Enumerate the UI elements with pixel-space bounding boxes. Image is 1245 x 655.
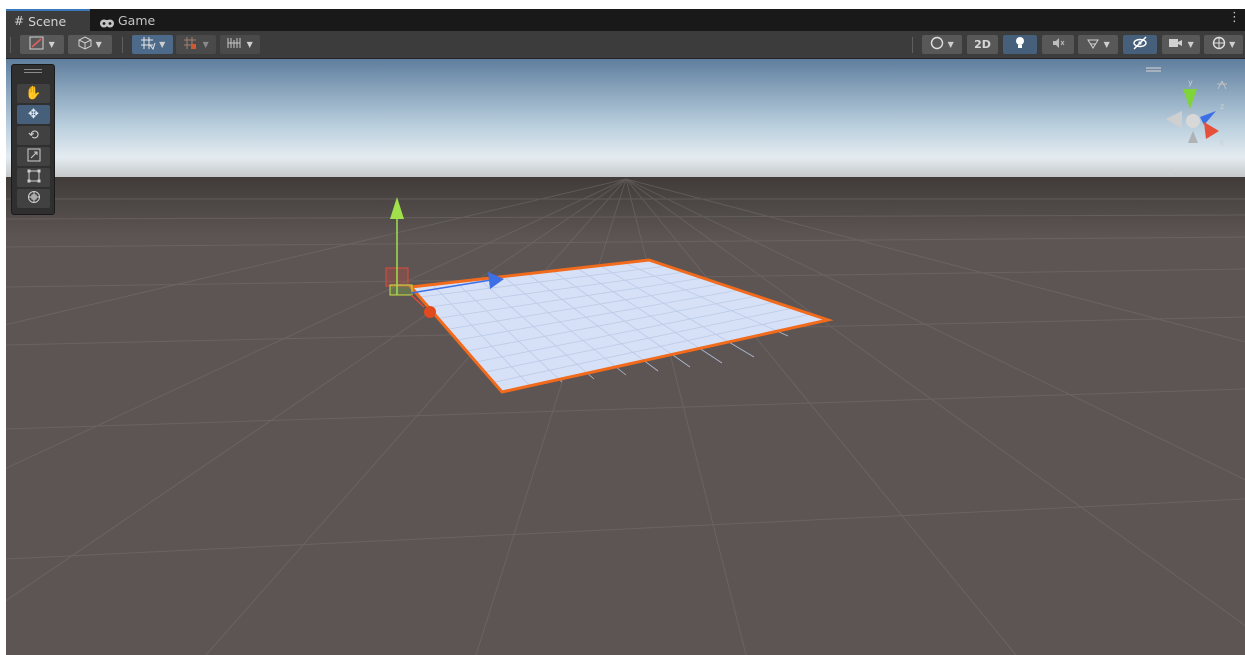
render-mode-dropdown[interactable]: ▼ — [68, 35, 112, 54]
tab-scene-label: Scene — [28, 13, 67, 29]
more-options-icon[interactable]: ⋮ — [1228, 10, 1241, 25]
chevron-down-icon: ▼ — [246, 40, 253, 49]
gizmos-dropdown[interactable]: ▼ — [1204, 35, 1243, 54]
cube-icon — [78, 36, 92, 53]
rect-icon — [27, 169, 41, 187]
gizmo-y-label: y — [1188, 78, 1193, 87]
gamepad-icon — [100, 16, 114, 27]
tab-scene[interactable]: # Scene — [6, 9, 90, 31]
scene-toolbar: ▼ ▼ ▼ ▼ ▼ ▼ 2D ▼ ▼ ▼ — [6, 31, 1245, 59]
gizmo-center[interactable] — [1186, 114, 1200, 128]
grid-snap-icon — [140, 36, 156, 53]
chevron-down-icon: ▼ — [95, 40, 102, 49]
tab-bar: # Scene Game ⋮ — [6, 9, 1245, 31]
hand-icon: ✋ — [25, 86, 42, 101]
tab-game[interactable]: Game — [92, 9, 162, 31]
hand-tool-button[interactable]: ✋ — [17, 84, 50, 103]
audio-mute-icon — [1051, 36, 1065, 53]
move-icon: ✥ — [28, 107, 39, 122]
horizon-fade — [6, 177, 1245, 237]
hidden-eye-icon — [1132, 36, 1148, 53]
scene-visibility-button[interactable] — [1123, 35, 1157, 54]
chevron-down-icon: ▼ — [159, 40, 166, 49]
rotate-icon: ⟲ — [28, 128, 39, 143]
ground — [6, 177, 1245, 655]
transform-icon — [27, 190, 41, 208]
ruler-icon — [227, 36, 243, 53]
rotate-tool-button[interactable]: ⟲ — [17, 126, 50, 145]
scene-canvas[interactable]: y z x — [6, 59, 1245, 655]
tools-overlay: ✋ ✥ ⟲ — [11, 64, 55, 215]
chevron-down-icon: ▼ — [48, 40, 55, 49]
shading-sphere-icon — [930, 36, 944, 53]
effects-dropdown[interactable]: ▼ — [1078, 35, 1118, 54]
draw-mode-icon — [29, 36, 45, 53]
xz-plane-handle[interactable] — [389, 284, 413, 296]
x-axis-arrow[interactable] — [424, 306, 436, 318]
2d-toggle-button[interactable]: 2D — [967, 35, 998, 54]
light-bulb-icon — [1014, 36, 1026, 53]
overlay-grip[interactable] — [24, 69, 42, 70]
chevron-down-icon: ▼ — [947, 40, 954, 49]
effects-icon — [1086, 36, 1100, 53]
move-tool-button[interactable]: ✥ — [17, 105, 50, 124]
toolbar-separator — [912, 37, 913, 53]
scene-window: # Scene Game ⋮ ▼ ▼ ▼ ▼ ▼ ▼ 2D ▼ ▼ ▼ y z … — [6, 9, 1245, 655]
increment-snap-dropdown[interactable]: ▼ — [176, 35, 216, 54]
gizmo-z-label: z — [1220, 102, 1224, 111]
tab-game-label: Game — [118, 12, 156, 28]
grid-snapping-dropdown[interactable]: ▼ — [132, 35, 173, 54]
scene-viewport[interactable]: y z x — [6, 59, 1245, 655]
chevron-down-icon: ▼ — [1187, 40, 1194, 49]
grid-icon: # — [14, 14, 25, 28]
chevron-down-icon: ▼ — [1103, 40, 1110, 49]
toolbar-separator — [122, 37, 123, 53]
increment-snap-icon — [183, 36, 199, 53]
transform-tool-button[interactable] — [17, 189, 50, 208]
toolbar-grip — [10, 37, 11, 53]
draw-mode-dropdown[interactable]: ▼ — [20, 35, 64, 54]
scale-tool-button[interactable] — [17, 147, 50, 166]
skybox — [6, 59, 1245, 179]
scale-icon — [27, 148, 41, 166]
camera-icon — [1168, 37, 1184, 52]
chevron-down-icon: ▼ — [202, 40, 209, 49]
gizmo-x-label: x — [1219, 138, 1224, 147]
camera-dropdown[interactable]: ▼ — [1162, 35, 1200, 54]
rect-tool-button[interactable] — [17, 168, 50, 187]
chevron-down-icon: ▼ — [1229, 40, 1236, 49]
2d-label: 2D — [974, 38, 991, 51]
ruler-dropdown[interactable]: ▼ — [220, 35, 260, 54]
audio-toggle-button[interactable] — [1042, 35, 1074, 54]
gizmo-icon — [1212, 36, 1226, 53]
lighting-toggle-button[interactable] — [1003, 35, 1037, 54]
shading-mode-dropdown[interactable]: ▼ — [922, 35, 962, 54]
